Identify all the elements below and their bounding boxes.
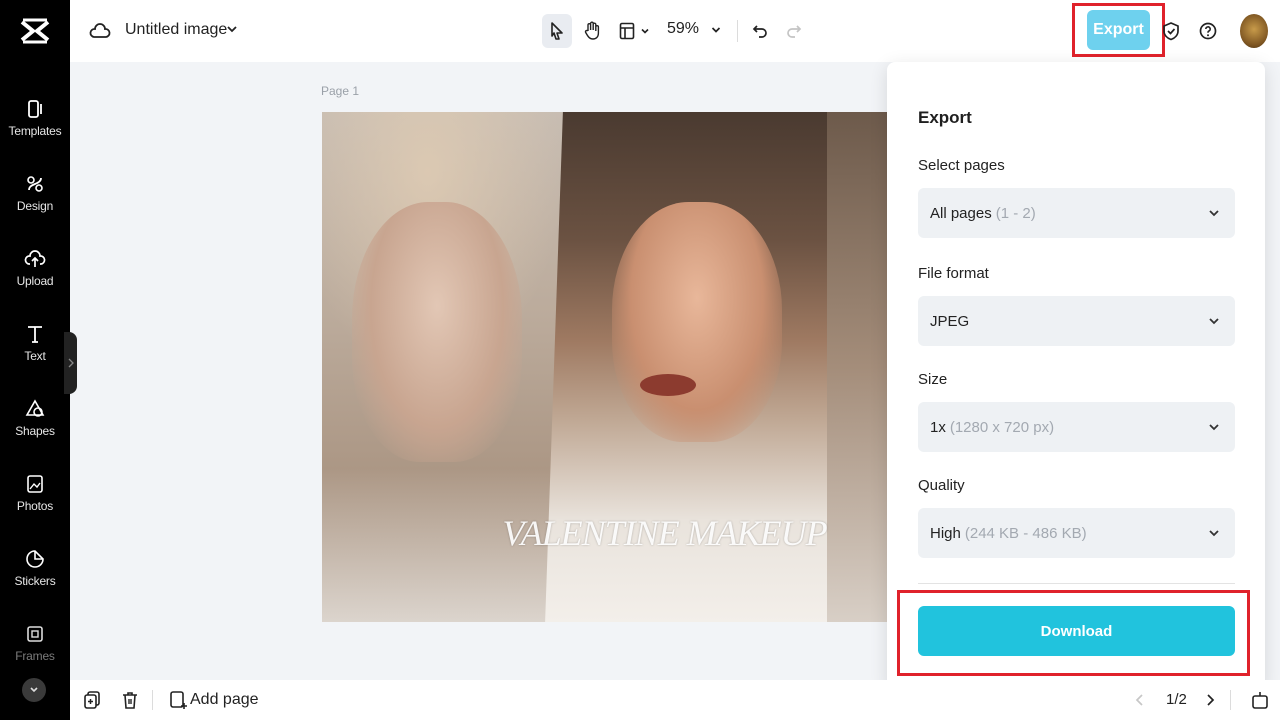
left-photo-face bbox=[352, 202, 522, 462]
sidebar-item-label: Design bbox=[16, 199, 54, 213]
sidebar-item-text[interactable]: Text bbox=[0, 321, 70, 385]
page-indicator: 1/2 bbox=[1166, 691, 1187, 708]
stickers-icon bbox=[26, 550, 44, 568]
quality-dropdown[interactable]: High (244 KB - 486 KB) bbox=[918, 508, 1235, 558]
delete-page-icon[interactable] bbox=[120, 690, 140, 710]
center-photo-face bbox=[612, 202, 782, 442]
chevron-down-icon bbox=[1209, 424, 1219, 431]
size-label: Size bbox=[918, 371, 948, 388]
more-tools-button[interactable] bbox=[22, 678, 46, 702]
sidebar-item-upload[interactable]: Upload bbox=[0, 246, 70, 310]
undo-button[interactable] bbox=[749, 14, 771, 48]
size-dropdown[interactable]: 1x (1280 x 720 px) bbox=[918, 402, 1235, 452]
quality-label: Quality bbox=[918, 477, 965, 494]
cloud-sync-icon[interactable] bbox=[89, 20, 111, 42]
select-pages-value: All pages bbox=[930, 204, 992, 222]
frames-icon bbox=[27, 626, 43, 642]
add-page-icon[interactable] bbox=[168, 690, 188, 710]
chevron-down-icon[interactable] bbox=[225, 22, 239, 36]
upload-icon bbox=[24, 250, 46, 267]
quality-hint: (244 KB - 486 KB) bbox=[964, 524, 1087, 542]
sidebar-item-photos[interactable]: Photos bbox=[0, 471, 70, 535]
sidebar-item-label: Frames bbox=[15, 649, 55, 663]
page-label: Page 1 bbox=[321, 84, 360, 98]
sidebar-item-design[interactable]: Design bbox=[0, 171, 70, 235]
design-icon bbox=[27, 176, 43, 192]
photos-icon bbox=[27, 475, 43, 493]
panel-divider bbox=[918, 583, 1235, 584]
size-value: 1x bbox=[930, 418, 946, 436]
chevron-down-icon bbox=[1209, 210, 1219, 217]
chevron-down-icon bbox=[1209, 530, 1219, 537]
capcut-logo[interactable] bbox=[19, 16, 51, 46]
sidebar-item-label: Shapes bbox=[15, 424, 55, 438]
prev-page-icon[interactable] bbox=[1130, 690, 1150, 710]
file-title[interactable]: Untitled image bbox=[125, 21, 227, 39]
file-format-label: File format bbox=[918, 265, 989, 282]
shield-button[interactable] bbox=[1160, 14, 1182, 48]
help-icon bbox=[1199, 22, 1217, 40]
sidebar-item-label: Templates bbox=[8, 124, 62, 138]
chevron-down-icon bbox=[1209, 318, 1219, 325]
redo-icon bbox=[787, 25, 802, 38]
sidebar-item-templates[interactable]: Templates bbox=[0, 96, 70, 160]
select-pages-hint: (1 - 2) bbox=[995, 204, 1036, 222]
chevron-down-icon bbox=[30, 687, 38, 693]
top-toolbar: Untitled image 59% Export bbox=[70, 0, 1280, 62]
layout-icon bbox=[619, 22, 635, 40]
toolbar-divider bbox=[737, 20, 738, 42]
sidebar-item-frames[interactable]: Frames bbox=[0, 621, 70, 685]
duplicate-page-icon[interactable] bbox=[82, 690, 102, 710]
select-pages-dropdown[interactable]: All pages (1 - 2) bbox=[918, 188, 1235, 238]
quality-value: High bbox=[930, 524, 961, 542]
file-format-dropdown[interactable]: JPEG bbox=[918, 296, 1235, 346]
sidebar-item-label: Upload bbox=[16, 274, 54, 288]
templates-icon bbox=[28, 100, 42, 118]
zoom-chevron-icon[interactable] bbox=[710, 24, 722, 36]
hand-tool-button[interactable] bbox=[577, 14, 607, 48]
shapes-icon bbox=[25, 399, 45, 417]
pointer-icon bbox=[551, 22, 563, 40]
sidebar-item-label: Photos bbox=[16, 499, 54, 513]
file-format-value: JPEG bbox=[930, 312, 970, 330]
hand-icon bbox=[584, 21, 600, 40]
design-canvas[interactable]: VALENTINE MAKEUP bbox=[322, 112, 887, 622]
download-highlight-box bbox=[897, 590, 1250, 676]
sidebar-item-stickers[interactable]: Stickers bbox=[0, 546, 70, 610]
sidebar-item-shapes[interactable]: Shapes bbox=[0, 396, 70, 460]
next-page-icon[interactable] bbox=[1200, 690, 1220, 710]
text-icon bbox=[28, 326, 42, 343]
left-sidebar: Templates Design Upload Text Shapes Phot… bbox=[0, 0, 70, 720]
export-highlight-box bbox=[1072, 3, 1165, 57]
select-tool-button[interactable] bbox=[542, 14, 572, 48]
design-title-text[interactable]: VALENTINE MAKEUP bbox=[322, 512, 887, 554]
bottom-toolbar: Add page 1/2 bbox=[70, 680, 1280, 720]
layout-tool-button[interactable] bbox=[615, 14, 655, 48]
pages-panel-icon[interactable] bbox=[1250, 690, 1270, 710]
bottom-divider bbox=[152, 690, 153, 710]
avatar[interactable] bbox=[1240, 14, 1268, 48]
bottom-divider bbox=[1230, 690, 1231, 710]
size-hint: (1280 x 720 px) bbox=[949, 418, 1055, 436]
zoom-level[interactable]: 59% bbox=[667, 20, 699, 38]
sidebar-item-label: Text bbox=[24, 349, 46, 363]
redo-button[interactable] bbox=[783, 14, 805, 48]
export-panel-title: Export bbox=[918, 108, 972, 127]
chevron-right-icon bbox=[68, 358, 74, 368]
chevron-down-icon bbox=[641, 28, 649, 34]
center-photo-lips bbox=[640, 374, 696, 396]
select-pages-label: Select pages bbox=[918, 157, 1005, 174]
sidebar-item-label: Stickers bbox=[14, 574, 56, 588]
shield-icon bbox=[1163, 22, 1179, 41]
help-button[interactable] bbox=[1197, 14, 1219, 48]
add-page-button[interactable]: Add page bbox=[190, 691, 259, 709]
undo-icon bbox=[752, 25, 767, 38]
collapse-panel-handle[interactable] bbox=[64, 332, 77, 394]
